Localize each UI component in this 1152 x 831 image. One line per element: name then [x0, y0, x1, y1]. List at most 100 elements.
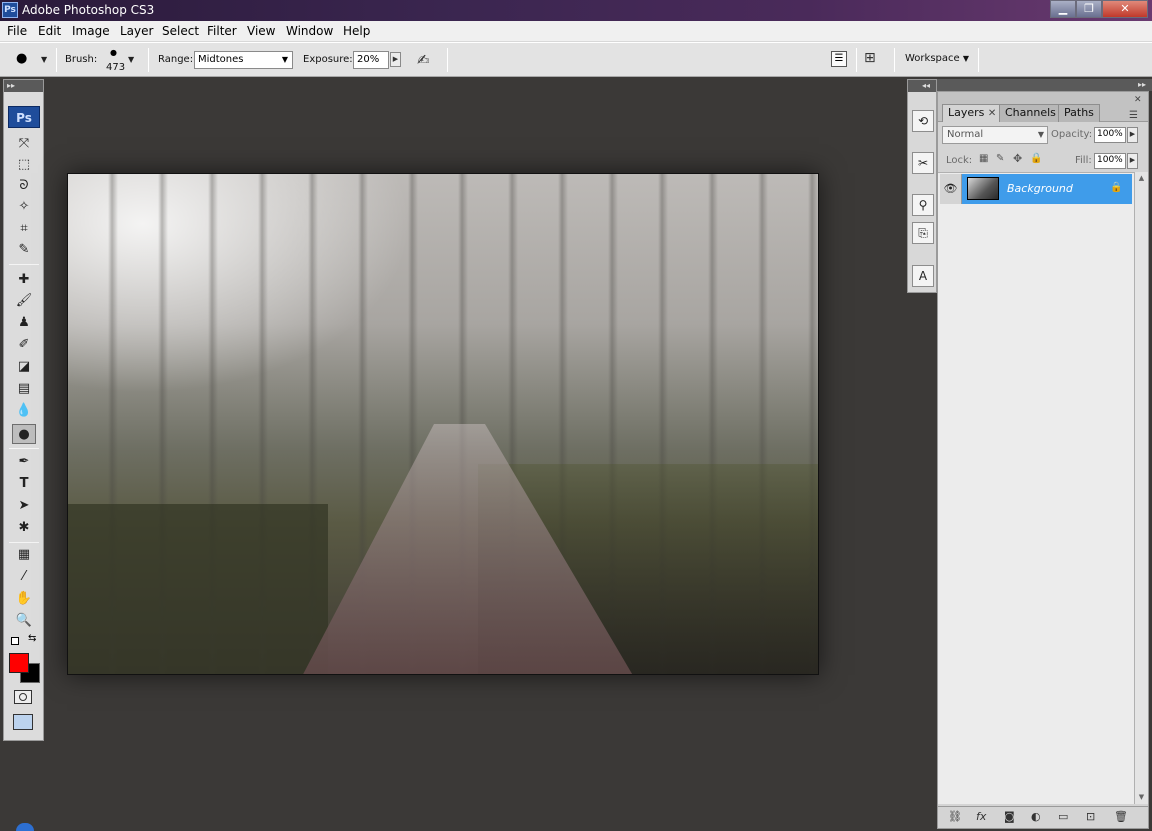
tool-presets-icon[interactable]: ✂	[912, 152, 934, 174]
menu-view[interactable]: View	[247, 24, 275, 38]
forest-floor-left	[68, 504, 328, 674]
marquee-tool-icon[interactable]: ⬚	[12, 155, 36, 175]
layers-scrollbar[interactable]: ▲ ▼	[1134, 172, 1148, 804]
new-layer-icon[interactable]: ⊡	[1086, 810, 1095, 823]
move-tool-icon[interactable]: ⤧	[12, 134, 36, 154]
history-brush-tool-icon[interactable]: ✐	[12, 335, 36, 355]
menu-layer[interactable]: Layer	[120, 24, 153, 38]
eyedropper-tool-icon[interactable]: ⁄	[12, 567, 36, 587]
visibility-eye-icon[interactable]: 👁	[940, 174, 962, 204]
foreground-color-swatch[interactable]	[9, 653, 29, 673]
layer-mask-icon[interactable]: ◙	[1004, 810, 1015, 823]
bridge-icon[interactable]: ⊞	[864, 50, 876, 66]
exposure-slider-button[interactable]: ▶	[390, 52, 401, 67]
tab-paths[interactable]: Paths	[1058, 104, 1100, 122]
panel-dock: ◂◂ ⟲ ✂ ⚲ ⎘ A	[907, 79, 937, 293]
scroll-up-icon[interactable]: ▲	[1135, 172, 1148, 185]
pen-tool-icon[interactable]: ✒	[12, 452, 36, 472]
lock-all-icon[interactable]: 🔒	[1030, 153, 1042, 164]
start-button[interactable]	[16, 823, 34, 831]
scroll-down-icon[interactable]: ▼	[1135, 791, 1148, 804]
burn-tool-icon[interactable]: ●	[12, 424, 36, 444]
menu-select[interactable]: Select	[162, 24, 199, 38]
brush-dropdown-icon[interactable]: ▼	[128, 55, 134, 64]
lock-image-icon[interactable]: ✎	[996, 153, 1004, 164]
dock-grip[interactable]: ◂◂	[908, 80, 936, 92]
layer-name: Background	[1007, 182, 1073, 195]
magic-wand-tool-icon[interactable]: ✧	[12, 197, 36, 217]
default-colors-icon[interactable]	[11, 637, 19, 645]
menu-image[interactable]: Image	[72, 24, 110, 38]
photoshop-badge[interactable]: Ps	[8, 106, 40, 128]
blend-mode-select[interactable]: Normal ▼	[942, 126, 1048, 144]
link-layers-icon[interactable]: ⛓	[948, 810, 962, 823]
app-icon: Ps	[2, 2, 18, 18]
layers-panel-footer: ⛓ fx ◙ ◐ ▭ ⊡ 🗑	[938, 806, 1148, 828]
close-icon[interactable]: ✕	[988, 108, 996, 119]
crop-tool-icon[interactable]: ⌗	[12, 219, 36, 239]
tab-layers[interactable]: Layers ✕	[942, 104, 1003, 122]
palette-well-icon[interactable]: ☰	[831, 51, 847, 67]
layer-thumbnail	[967, 177, 999, 200]
brush-tool-icon[interactable]: 🖌	[12, 291, 36, 311]
custom-shape-tool-icon[interactable]: ✱	[12, 518, 36, 538]
lasso-tool-icon[interactable]: ᘐ	[12, 176, 36, 196]
tab-channels[interactable]: Channels	[999, 104, 1062, 122]
exposure-input[interactable]: 20%	[353, 51, 389, 69]
swap-colors-icon[interactable]: ⇆	[28, 633, 36, 644]
screen-mode-icon[interactable]	[13, 714, 33, 730]
fill-input[interactable]: 100%	[1094, 153, 1126, 169]
menu-filter[interactable]: Filter	[207, 24, 237, 38]
panel-menu-icon[interactable]: ☰	[1129, 110, 1138, 121]
new-group-icon[interactable]: ▭	[1058, 810, 1068, 823]
airbrush-icon[interactable]: ✍	[417, 51, 430, 69]
workspace-label: Workspace	[905, 53, 960, 64]
brush-size: 473	[106, 62, 126, 73]
adjustment-layer-icon[interactable]: ◐	[1031, 810, 1041, 823]
close-button[interactable]: ✕	[1102, 0, 1148, 18]
minimize-button[interactable]: ▁	[1050, 0, 1076, 18]
range-select[interactable]: Midtones ▼	[194, 51, 293, 69]
lock-transparent-icon[interactable]: ▦	[979, 153, 988, 164]
path-selection-tool-icon[interactable]: ➤	[12, 496, 36, 516]
burn-tool-preset-icon[interactable]: ●	[16, 51, 27, 66]
blur-tool-icon[interactable]: 💧	[12, 401, 36, 421]
menu-file[interactable]: File	[7, 24, 27, 38]
panel-grip[interactable]: ▸▸	[4, 80, 43, 92]
title-bar: Ps Adobe Photoshop CS3 ▁ ❐ ✕	[0, 0, 1152, 21]
type-tool-icon[interactable]: T	[12, 474, 36, 494]
eraser-tool-icon[interactable]: ◪	[12, 357, 36, 377]
menu-edit[interactable]: Edit	[38, 24, 61, 38]
maximize-button[interactable]: ❐	[1076, 0, 1102, 18]
panel-close-icon[interactable]: ✕	[1134, 95, 1142, 105]
layer-style-icon[interactable]: fx	[976, 810, 986, 823]
quick-mask-icon[interactable]	[14, 690, 32, 704]
clone-stamp-tool-icon[interactable]: ♟	[12, 313, 36, 333]
layer-row[interactable]: 👁 Background 🔒	[940, 174, 1132, 204]
delete-layer-icon[interactable]: 🗑	[1114, 810, 1128, 823]
history-panel-icon[interactable]: ⟲	[912, 110, 934, 132]
zoom-tool-icon[interactable]: 🔍	[12, 611, 36, 631]
document-canvas[interactable]	[67, 173, 819, 675]
window-controls: ▁ ❐ ✕	[1050, 0, 1148, 18]
brushes-panel-icon[interactable]: ⚲	[912, 194, 934, 216]
layer-list	[938, 172, 1134, 804]
slice-tool-icon[interactable]: ✎	[12, 240, 36, 260]
layers-panel-header[interactable]: ▸▸	[937, 79, 1152, 91]
fill-slider-button[interactable]: ▶	[1127, 153, 1138, 169]
hand-tool-icon[interactable]: ✋	[12, 589, 36, 609]
lock-position-icon[interactable]: ✥	[1013, 152, 1022, 165]
notes-tool-icon[interactable]: ▦	[12, 545, 36, 565]
brush-preview-icon[interactable]: ●	[110, 48, 117, 57]
clone-source-icon[interactable]: ⎘	[912, 222, 934, 244]
opacity-slider-button[interactable]: ▶	[1127, 127, 1138, 143]
menu-window[interactable]: Window	[286, 24, 333, 38]
window-title: Adobe Photoshop CS3	[22, 3, 155, 17]
tool-preset-dropdown-icon[interactable]: ▼	[41, 55, 47, 64]
opacity-input[interactable]: 100%	[1094, 127, 1126, 143]
character-panel-icon[interactable]: A	[912, 265, 934, 287]
menu-help[interactable]: Help	[343, 24, 370, 38]
workspace-button[interactable]: Workspace ▼	[905, 53, 969, 64]
gradient-tool-icon[interactable]: ▤	[12, 379, 36, 399]
healing-brush-tool-icon[interactable]: ✚	[12, 270, 36, 290]
